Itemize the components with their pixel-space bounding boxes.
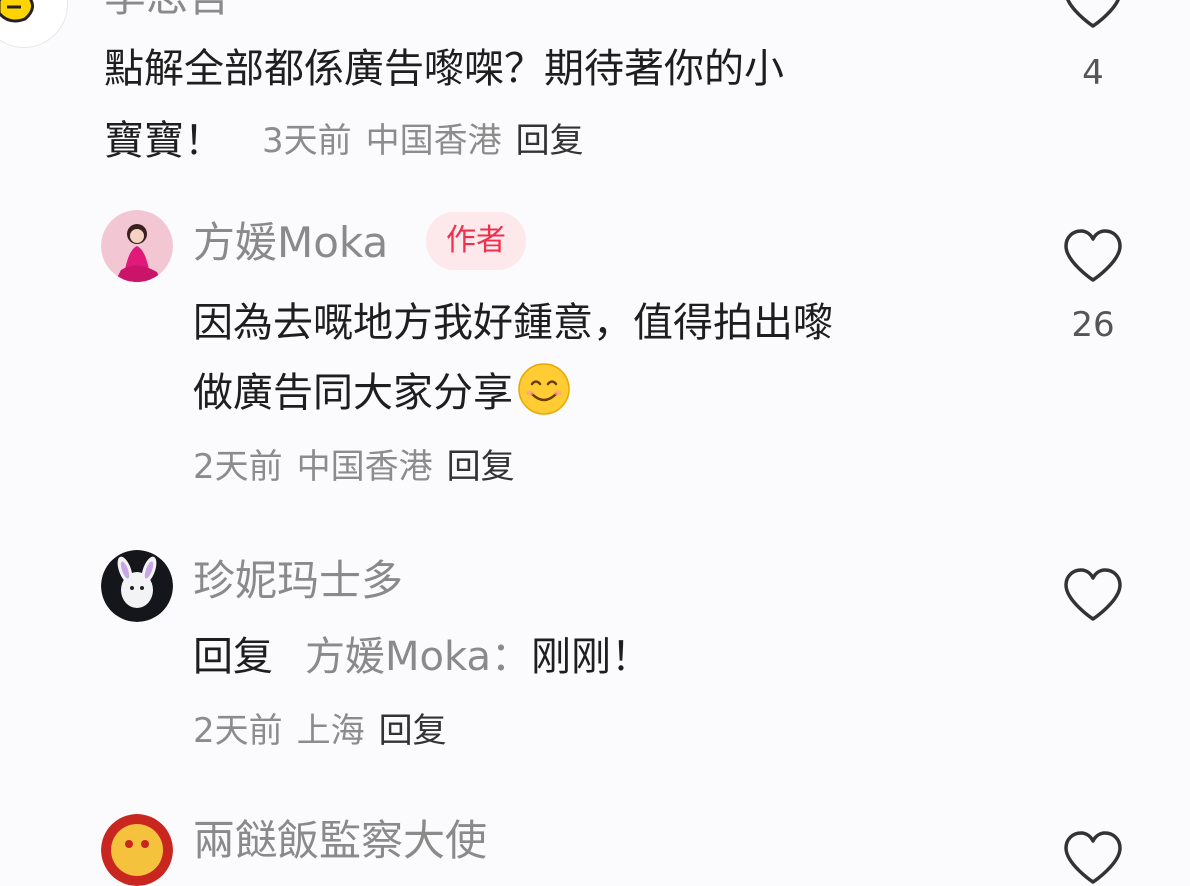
comment-text: 回复 方媛Moka：刚刚！ [193,634,651,680]
heart-icon[interactable] [1062,830,1124,886]
comment-text: 因為去嘅地方我好鍾意，值得拍出嚟 [193,300,833,346]
comment-meta: 3天前 中国香港 回复 [262,124,584,158]
mention-link[interactable]: 方媛Moka： [305,634,531,680]
like-count: 4 [1082,53,1104,93]
comment-meta: 2天前 中国香港 回复 [193,450,515,484]
reply-button[interactable]: 回复 [516,121,584,161]
comment-username[interactable]: 珍妮玛士多 [193,560,403,602]
reply-button[interactable]: 回复 [447,447,515,487]
avatar-image [101,210,173,282]
comment-time: 2天前 [193,447,283,487]
comment-text: 寶寶！ [104,118,224,164]
heart-icon[interactable] [1062,228,1124,284]
like-count: 26 [1071,305,1115,345]
reply-prefix: 回复 [193,634,273,680]
avatar[interactable] [101,210,173,282]
avatar[interactable] [0,0,68,48]
author-badge: 作者 [426,212,526,270]
comment-username[interactable]: 兩餸飯監察大使 [193,820,487,862]
avatar-image [101,814,173,886]
yellow-sticker-icon [0,0,67,47]
avatar[interactable] [101,814,173,886]
reply-button[interactable]: 回复 [379,711,447,751]
comment-location: 中国香港 [296,447,433,487]
avatar-image [101,550,173,622]
comment-username[interactable]: 李思吾 [104,0,230,18]
comment-location: 中国香港 [365,121,502,161]
comment-text: 點解全部都係廣告嚟㗎？期待著你的小 [104,46,784,92]
heart-icon[interactable] [1062,567,1124,623]
comment-username[interactable]: 方媛Moka [193,222,388,264]
avatar[interactable] [101,550,173,622]
comment-text: 做廣告同大家分享 [193,358,571,428]
comment-time: 3天前 [262,121,352,161]
comment-time: 2天前 [193,711,283,751]
comment-meta: 2天前 上海 回复 [193,714,447,748]
comment-location: 上海 [296,711,365,751]
smiling-face-emoji-icon [518,363,570,415]
heart-icon[interactable] [1062,0,1124,30]
